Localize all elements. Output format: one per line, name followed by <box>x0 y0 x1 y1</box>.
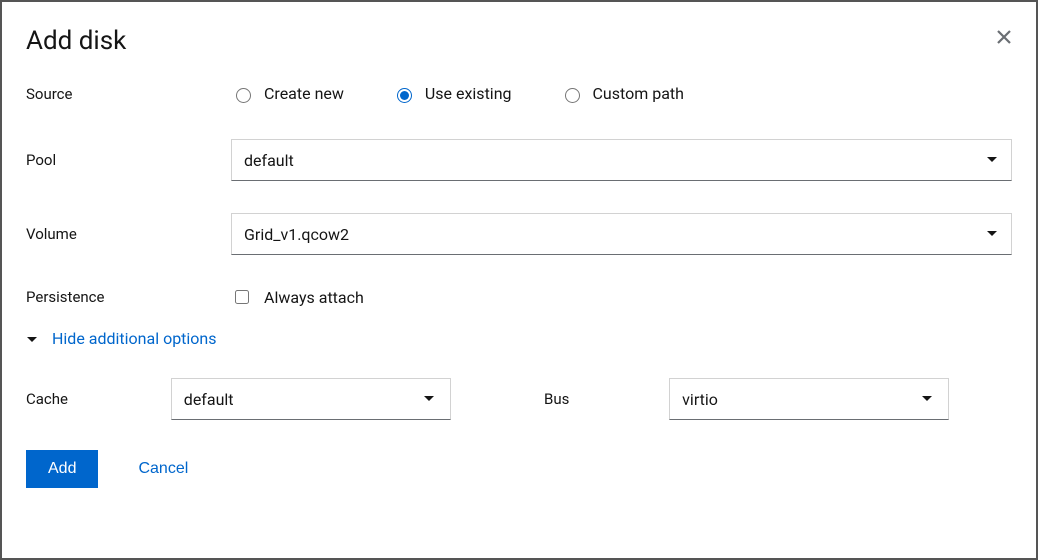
close-icon <box>996 24 1012 51</box>
bus-label: Bus <box>519 390 669 408</box>
source-custom-path-label: Custom path <box>593 84 684 103</box>
toggle-additional-options[interactable]: Hide additional options <box>26 329 1012 348</box>
source-use-existing-radio[interactable] <box>397 88 412 103</box>
bus-select[interactable]: virtio <box>669 378 1012 420</box>
source-use-existing[interactable]: Use existing <box>392 84 512 103</box>
source-custom-path[interactable]: Custom path <box>560 84 684 103</box>
always-attach-label: Always attach <box>264 288 364 307</box>
source-use-existing-label: Use existing <box>425 84 512 103</box>
dialog-title: Add disk <box>26 26 126 56</box>
volume-row: Volume Grid_v1.qcow2 <box>26 213 1012 255</box>
source-label: Source <box>26 85 231 103</box>
volume-label: Volume <box>26 225 231 243</box>
cache-label: Cache <box>26 390 171 408</box>
pool-select[interactable]: default <box>231 139 1012 181</box>
dialog-header: Add disk <box>26 26 1012 56</box>
pool-select-value: default <box>231 139 1012 181</box>
additional-options: Cache default Bus virtio <box>26 378 1012 420</box>
persistence-row: Persistence Always attach <box>26 287 1012 307</box>
toggle-additional-label: Hide additional options <box>52 329 217 348</box>
bus-row: Bus virtio <box>519 378 1012 420</box>
always-attach-checkbox[interactable] <box>235 290 249 304</box>
pool-label: Pool <box>26 151 231 169</box>
add-button[interactable]: Add <box>26 450 98 488</box>
source-row: Source Create new Use existing Custom pa… <box>26 84 1012 103</box>
volume-select-value: Grid_v1.qcow2 <box>231 213 1012 255</box>
cache-row: Cache default <box>26 378 519 420</box>
volume-select[interactable]: Grid_v1.qcow2 <box>231 213 1012 255</box>
chevron-down-icon <box>26 329 38 348</box>
source-create-new-label: Create new <box>264 84 344 103</box>
source-create-new-radio[interactable] <box>236 88 251 103</box>
dialog-footer: Add Cancel <box>26 450 1012 488</box>
close-button[interactable] <box>996 26 1012 50</box>
cache-select-value: default <box>171 378 451 420</box>
always-attach-checkbox-wrap[interactable]: Always attach <box>231 287 1012 307</box>
cache-select[interactable]: default <box>171 378 519 420</box>
add-disk-dialog: Add disk Source Create new Use existing … <box>0 0 1038 560</box>
pool-row: Pool default <box>26 139 1012 181</box>
cancel-button[interactable]: Cancel <box>138 460 188 478</box>
source-custom-path-radio[interactable] <box>565 88 580 103</box>
persistence-label: Persistence <box>26 288 231 306</box>
source-create-new[interactable]: Create new <box>231 84 344 103</box>
source-radio-group: Create new Use existing Custom path <box>231 84 1012 103</box>
bus-select-value: virtio <box>669 378 949 420</box>
